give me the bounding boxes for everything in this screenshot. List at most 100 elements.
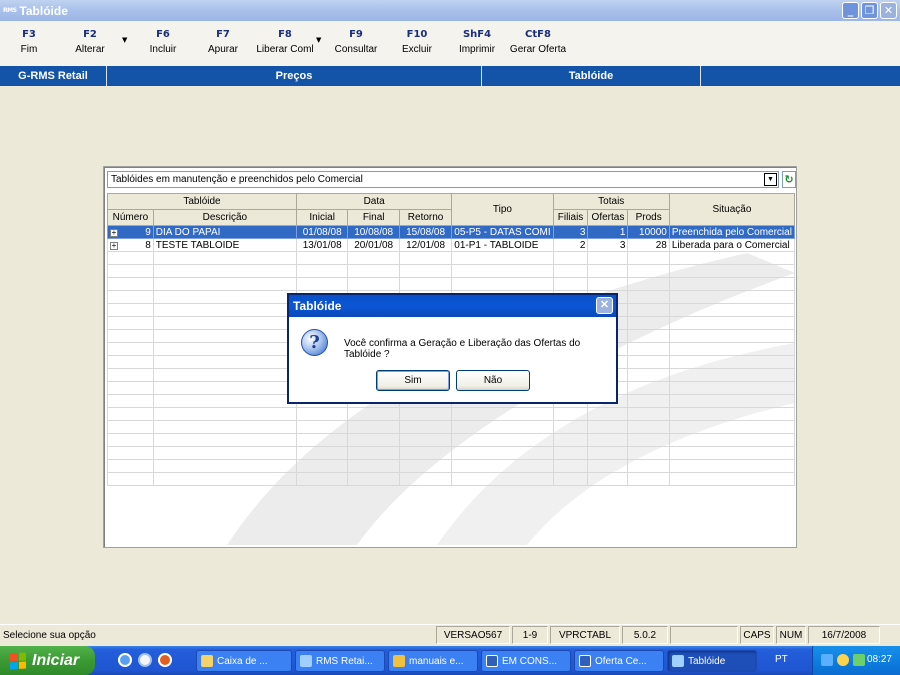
task-em-cons[interactable]: EM CONS...: [481, 650, 571, 672]
toolbar-apurar-button[interactable]: F7 Apurar: [204, 29, 242, 55]
column-header-filiais[interactable]: Filiais: [552, 209, 589, 226]
group-header-tabloide: Tablóide: [107, 193, 297, 210]
empty-row: [107, 251, 796, 265]
status-caps: CAPS: [740, 626, 774, 644]
empty-row: [107, 459, 796, 473]
media-icon[interactable]: [138, 653, 152, 667]
no-button[interactable]: Não: [456, 370, 530, 391]
toolbar-liberar-coml-button[interactable]: F8 Liberar Coml: [255, 29, 315, 55]
retorno-cell: 15/08/08: [398, 225, 453, 239]
minimize-button[interactable]: _: [842, 2, 859, 19]
toolbar-label: Imprimir: [458, 44, 496, 55]
group-header-data: Data: [295, 193, 453, 210]
liberar-dropdown-arrow-icon[interactable]: ▼: [316, 36, 321, 44]
expand-plus-icon[interactable]: +: [110, 228, 118, 237]
task-label: Oferta Ce...: [595, 655, 647, 667]
column-header-descricao[interactable]: Descrição: [152, 209, 297, 226]
start-button[interactable]: Iniciar: [0, 646, 95, 675]
close-button[interactable]: ✕: [880, 2, 897, 19]
column-header-numero[interactable]: Número: [107, 209, 154, 226]
situacao-cell: Preenchida pelo Comercial: [668, 225, 796, 239]
empty-row: [107, 433, 796, 447]
fkey-label: F3: [22, 29, 36, 40]
fkey-label: F6: [156, 29, 170, 40]
group-header-totais: Totais: [552, 193, 670, 210]
final-cell: 10/08/08: [347, 225, 400, 239]
status-num: NUM: [776, 626, 806, 644]
empty-row: [107, 472, 796, 486]
toolbar-excluir-button[interactable]: F10 Excluir: [400, 29, 434, 55]
task-caixa[interactable]: Caixa de ...: [196, 650, 292, 672]
task-oferta[interactable]: Oferta Ce...: [574, 650, 664, 672]
task-label: Tablóide: [688, 655, 726, 667]
column-header-retorno[interactable]: Retorno: [398, 209, 453, 226]
toolbar-fim-button[interactable]: F3 Fim: [14, 29, 44, 55]
toolbar-consultar-button[interactable]: F9 Consultar: [333, 29, 379, 55]
firefox-icon[interactable]: [158, 653, 172, 667]
toolbar-incluir-button[interactable]: F6 Incluir: [145, 29, 181, 55]
task-manuais[interactable]: manuais e...: [388, 650, 478, 672]
tray-app-icon[interactable]: [853, 654, 865, 666]
word-icon: [486, 655, 498, 667]
alterar-dropdown-arrow-icon[interactable]: ▼: [122, 36, 127, 44]
messenger-icon[interactable]: [837, 654, 849, 666]
ofertas-cell: 3: [587, 238, 629, 252]
toolbar-imprimir-button[interactable]: ShF4 Imprimir: [456, 29, 498, 55]
table-row[interactable]: +8 TESTE TABLOIDE 13/01/08 20/01/08 12/0…: [107, 238, 796, 252]
maximize-button[interactable]: ❐: [861, 2, 878, 19]
numero-cell: +9: [107, 225, 154, 239]
toolbar-alterar-button[interactable]: F2 Alterar: [72, 29, 108, 55]
mail-icon: [201, 655, 213, 667]
tipo-cell: 05-P5 - DATAS COMI: [451, 225, 554, 239]
status-filter-select[interactable]: Tablóides em manutenção e preenchidos pe…: [107, 171, 779, 188]
situacao-cell: Liberada para o Comercial: [668, 238, 796, 252]
descricao-cell: TESTE TABLOIDE: [152, 238, 297, 252]
column-header-situacao[interactable]: Situação: [668, 193, 796, 226]
column-header-tipo[interactable]: Tipo: [451, 193, 554, 226]
table-row[interactable]: +9 DIA DO PAPAI 01/08/08 10/08/08 15/08/…: [107, 225, 796, 239]
column-header-prods[interactable]: Prods: [627, 209, 670, 226]
numero-cell: +8: [107, 238, 154, 252]
refresh-icon[interactable]: ↻: [782, 171, 796, 188]
column-header-final[interactable]: Final: [347, 209, 400, 226]
ie-icon[interactable]: [118, 653, 132, 667]
yes-button[interactable]: Sim: [376, 370, 450, 391]
language-indicator[interactable]: PT: [775, 654, 788, 665]
tipo-cell: 01-P1 - TABLOIDE: [451, 238, 554, 252]
fkey-label: CtF8: [525, 29, 551, 40]
status-bar: Selecione sua opção VERSAO567 1-9 VPRCTA…: [0, 624, 900, 644]
dialog-close-button[interactable]: ✕: [596, 297, 613, 314]
status-message: Selecione sua opção: [3, 629, 96, 641]
task-label: Caixa de ...: [217, 655, 268, 667]
status-filter-value: Tablóides em manutenção e preenchidos pe…: [111, 174, 363, 185]
rms-icon: [300, 655, 312, 667]
confirm-dialog: Tablóide ✕ ? Você confirma a Geração e L…: [287, 293, 618, 404]
toolbar-gerar-oferta-button[interactable]: CtF8 Gerar Oferta: [508, 29, 568, 55]
system-tray: 08:27: [812, 646, 900, 675]
network-icon[interactable]: [821, 654, 833, 666]
fkey-label: F9: [349, 29, 363, 40]
chevron-down-icon[interactable]: ▼: [764, 173, 777, 186]
fkey-label: F2: [83, 29, 97, 40]
toolbar-label: Gerar Oferta: [509, 44, 567, 55]
filiais-cell: 3: [552, 225, 589, 239]
windows-taskbar: Iniciar Caixa de ... RMS Retai... manuai…: [0, 646, 900, 675]
window-titlebar: RMS Tablóide _ ❐ ✕: [0, 0, 900, 21]
module-header-bar: G-RMS Retail Preços Tablóide: [0, 66, 900, 86]
empty-row: [107, 420, 796, 434]
toolbar-label: Liberar Coml: [256, 44, 314, 55]
column-header-inicial[interactable]: Inicial: [295, 209, 349, 226]
windows-logo-icon: [10, 651, 26, 670]
task-tabloide[interactable]: Tablóide: [667, 650, 757, 672]
function-key-toolbar: F3 Fim F2 Alterar ▼ F6 Incluir F7 Apurar…: [0, 21, 900, 66]
toolbar-label: Alterar: [75, 44, 105, 55]
status-release: 5.0.2: [622, 626, 668, 644]
column-header-ofertas[interactable]: Ofertas: [587, 209, 629, 226]
descricao-cell: DIA DO PAPAI: [152, 225, 297, 239]
expand-plus-icon[interactable]: +: [110, 241, 118, 250]
toolbar-label: Consultar: [334, 44, 378, 55]
dialog-titlebar: Tablóide ✕: [289, 295, 616, 317]
dialog-message: Você confirma a Geração e Liberação das …: [344, 338, 581, 360]
task-rms-retail[interactable]: RMS Retai...: [295, 650, 385, 672]
ofertas-cell: 1: [587, 225, 629, 239]
